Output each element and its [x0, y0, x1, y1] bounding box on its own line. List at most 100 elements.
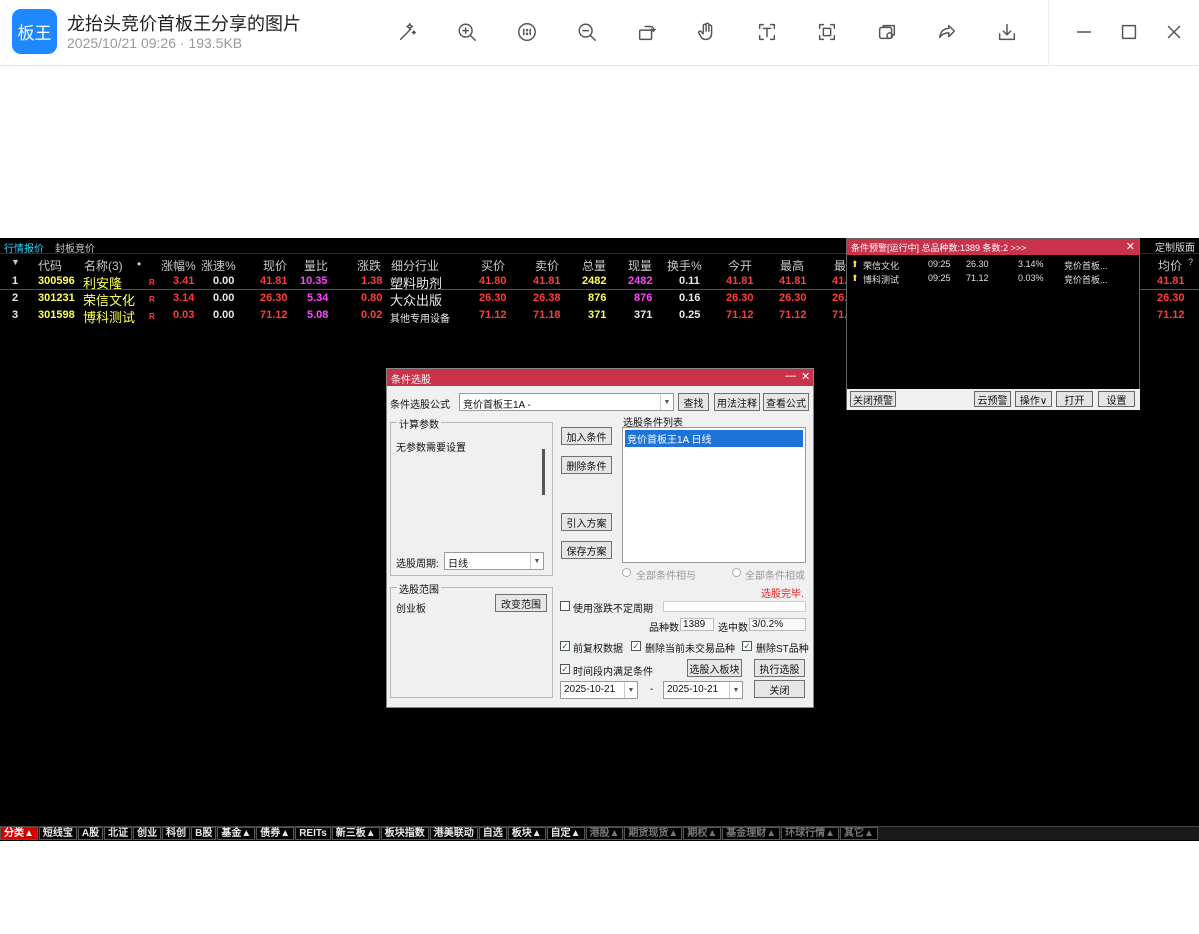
bottom-tab[interactable]: 港股▲	[585, 827, 624, 840]
bottom-tab[interactable]: 自选	[478, 827, 507, 840]
download-icon[interactable]	[992, 17, 1022, 47]
header-change[interactable]: 涨跌	[357, 257, 381, 274]
divider	[1048, 0, 1049, 66]
save-scheme-button[interactable]: 保存方案	[561, 541, 612, 559]
header-name[interactable]: 名称(3)	[84, 257, 123, 274]
list-item[interactable]: 竞价首板王1A 日线	[625, 430, 803, 447]
copy-icon[interactable]	[872, 17, 902, 47]
restore-checkbox[interactable]: ✓	[560, 641, 570, 651]
change-range-button[interactable]: 改变范围	[495, 594, 547, 612]
header-cur-vol[interactable]: 现量	[628, 257, 652, 274]
bottom-tab[interactable]: B股	[191, 827, 217, 840]
bottom-tab[interactable]: 基金▲	[217, 827, 256, 840]
title-bar: 板王 龙抬头竞价首板王分享的图片 2025/10/21 09:26 · 193.…	[0, 0, 1199, 66]
bottom-tab[interactable]: 自定▲	[546, 827, 585, 840]
zoom-out-icon[interactable]	[572, 17, 602, 47]
header-open[interactable]: 今开	[728, 257, 752, 274]
usage-notes-button[interactable]: 用法注释	[714, 393, 760, 411]
bottom-tab[interactable]: 新三板▲	[331, 827, 380, 840]
bottom-tab[interactable]: 港美联动	[429, 827, 478, 840]
period-checkbox-label: 使用涨跌不定周期	[573, 604, 653, 615]
maximize-icon[interactable]	[1114, 17, 1144, 47]
time-range-checkbox[interactable]: ✓	[560, 664, 570, 674]
bottom-tab[interactable]: 其它▲	[840, 827, 878, 840]
header-bid[interactable]: 买价	[481, 257, 505, 274]
radio-and-label: 全部条件相与	[636, 571, 696, 582]
settings-button[interactable]: 设置	[1098, 391, 1135, 407]
crop-icon[interactable]	[812, 17, 842, 47]
bottom-tab[interactable]: 基金理财▲	[722, 827, 781, 840]
zoom-in-icon[interactable]	[452, 17, 482, 47]
operations-button[interactable]: 操作∨	[1015, 391, 1052, 407]
bottom-tab[interactable]: A股	[77, 827, 104, 840]
bottom-tab[interactable]: 分类▲	[0, 827, 38, 840]
date-to-picker[interactable]: 2025-10-21 ▼	[663, 681, 743, 699]
view-formula-button[interactable]: 查看公式	[763, 393, 809, 411]
close-icon[interactable]	[1159, 17, 1189, 47]
st-checkbox[interactable]: ✓	[742, 641, 752, 651]
execute-button[interactable]: 执行选股	[754, 659, 805, 677]
condition-screening-dialog: 条件选股 — ✕ 条件选股公式 竞价首板王1A - ▼ 查找 用法注释 查看公式 …	[386, 368, 814, 708]
close-alert-button[interactable]: 关闭预警	[850, 391, 896, 407]
header-low[interactable]: 最	[834, 257, 846, 274]
scrollbar[interactable]	[542, 449, 545, 495]
header-code[interactable]: 代码	[38, 257, 62, 274]
st-label: 删除ST品种	[756, 644, 809, 655]
bottom-tab[interactable]: 期货现货▲	[624, 827, 683, 840]
header-price[interactable]: 现价	[263, 257, 287, 274]
bottom-tab[interactable]: 创业	[133, 827, 162, 840]
radio-and[interactable]	[622, 568, 631, 577]
bottom-tab[interactable]: 期权▲	[683, 827, 722, 840]
close-icon[interactable]: ✕	[1126, 240, 1135, 253]
bottom-tab[interactable]: REITs	[295, 827, 331, 840]
add-condition-button[interactable]: 加入条件	[561, 427, 612, 445]
condition-list[interactable]: 竞价首板王1A 日线	[622, 427, 806, 563]
header-avg[interactable]: 均价	[1158, 257, 1182, 274]
close-icon[interactable]: ✕	[801, 370, 810, 383]
bottom-tab[interactable]: 板块指数	[380, 827, 429, 840]
magic-wand-icon[interactable]	[392, 17, 422, 47]
hand-icon[interactable]	[692, 17, 722, 47]
sort-marker[interactable]: ▼	[11, 257, 20, 267]
share-icon[interactable]	[932, 17, 962, 47]
header-turnover[interactable]: 换手%	[667, 257, 702, 274]
bottom-tab[interactable]: 科创	[162, 827, 191, 840]
open-button[interactable]: 打开	[1056, 391, 1093, 407]
period-checkbox[interactable]	[560, 601, 570, 611]
to-block-button[interactable]: 选股入板块	[687, 659, 742, 677]
close-button[interactable]: 关闭	[754, 680, 805, 698]
import-scheme-button[interactable]: 引入方案	[561, 513, 612, 531]
header-vol-ratio[interactable]: 量比	[304, 257, 328, 274]
bottom-tab[interactable]: 北证	[104, 827, 133, 840]
header-total-vol[interactable]: 总量	[582, 257, 606, 274]
cloud-alert-button[interactable]: 云预警	[974, 391, 1011, 407]
actual-size-icon[interactable]	[512, 17, 542, 47]
tab-quotes[interactable]: 行情报价	[4, 240, 44, 255]
tab-auction[interactable]: 封板竞价	[55, 240, 95, 255]
formula-select[interactable]: 竞价首板王1A - ▼	[459, 393, 674, 411]
untraded-checkbox[interactable]: ✓	[631, 641, 641, 651]
header-speed[interactable]: 涨速%	[201, 257, 236, 274]
radio-or[interactable]	[732, 568, 741, 577]
minimize-icon[interactable]	[1069, 17, 1099, 47]
find-button[interactable]: 查找	[678, 393, 709, 411]
header-pct[interactable]: 涨幅%	[161, 257, 196, 274]
app-logo: 板王	[12, 9, 57, 54]
rotate-icon[interactable]	[632, 17, 662, 47]
header-ask[interactable]: 卖价	[535, 257, 559, 274]
minimize-icon[interactable]: —	[785, 370, 796, 382]
header-high[interactable]: 最高	[780, 257, 804, 274]
delete-condition-button[interactable]: 删除条件	[561, 456, 612, 474]
bottom-tab[interactable]: 板块▲	[507, 827, 546, 840]
restore-label: 前复权数据	[573, 644, 623, 655]
header-industry[interactable]: 细分行业	[391, 257, 439, 274]
custom-layout-label[interactable]: 定制版面	[1155, 239, 1195, 254]
image-meta: 2025/10/21 09:26 · 193.5KB	[67, 35, 243, 51]
date-from-picker[interactable]: 2025-10-21 ▼	[560, 681, 638, 699]
period-input[interactable]	[663, 601, 806, 612]
bottom-tab[interactable]: 短线宝	[38, 827, 77, 840]
text-recognize-icon[interactable]	[752, 17, 782, 47]
period-select[interactable]: 日线 ▼	[444, 552, 544, 570]
bottom-tab[interactable]: 债券▲	[256, 827, 295, 840]
bottom-tab[interactable]: 环球行情▲	[781, 827, 840, 840]
